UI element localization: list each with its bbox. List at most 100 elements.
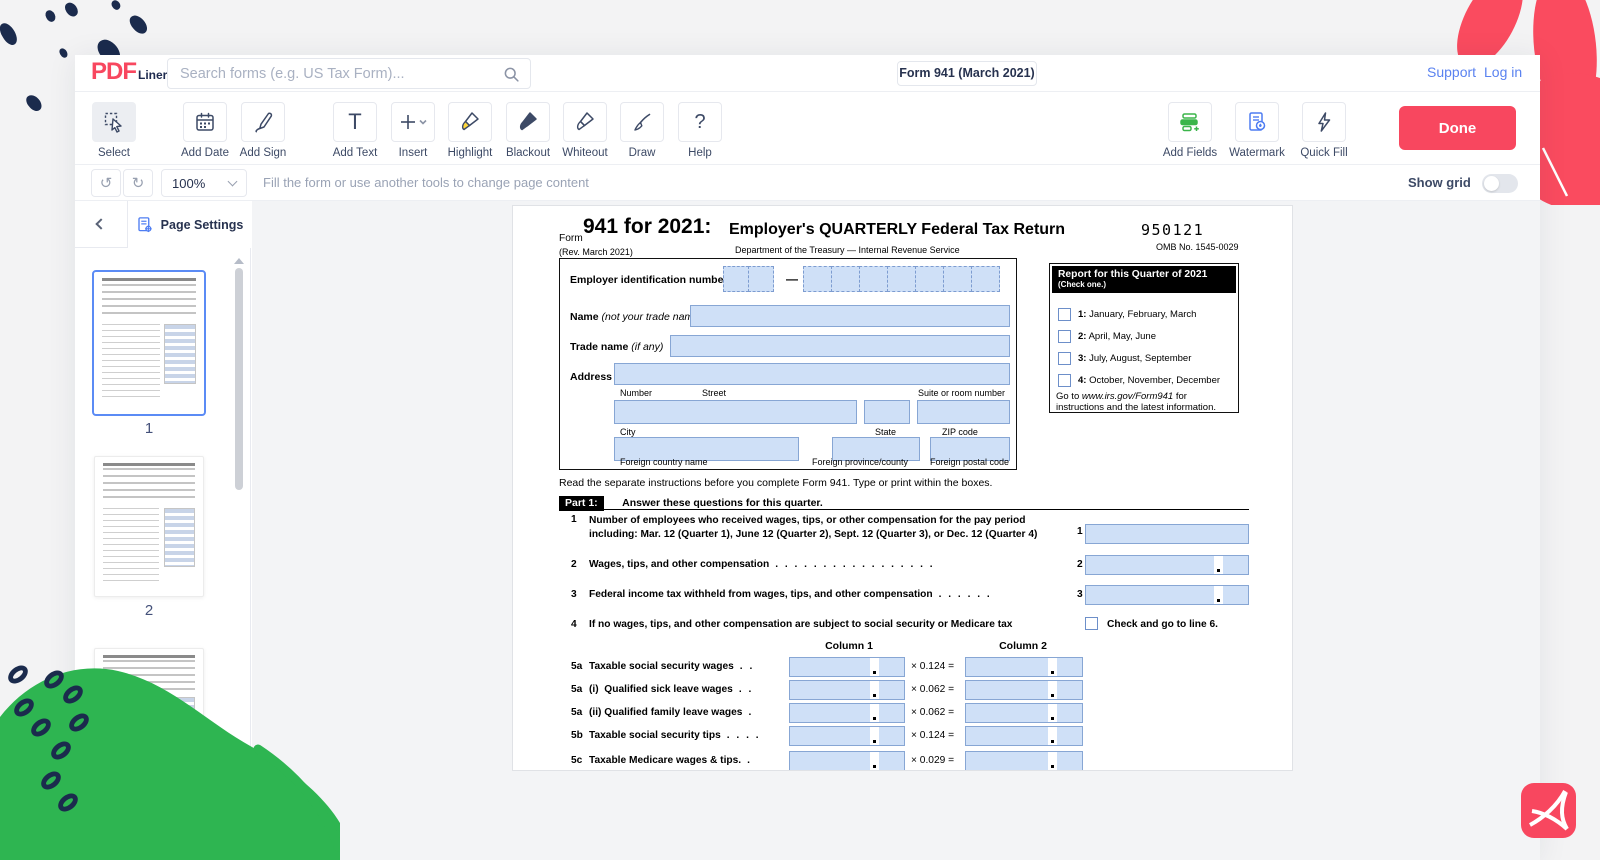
quick-fill-button[interactable]: Quick Fill [1289,102,1359,159]
add-fields-button[interactable]: Add Fields [1155,102,1225,159]
line1-number: 1 [571,514,577,525]
tax-col2-input[interactable] [965,726,1083,746]
read-instructions-note: Read the separate instructions before yo… [559,477,992,489]
help-button[interactable]: ? Help [665,102,735,159]
support-link[interactable]: Support [1427,64,1476,80]
tax-col1-input[interactable] [789,751,905,771]
watermark-button[interactable]: Watermark [1222,102,1292,159]
column1-header: Column 1 [809,640,889,652]
quarter-checkbox-4[interactable] [1058,374,1071,387]
page-number-2: 2 [92,602,206,619]
tax-row-5a-ii: 5a (ii) Qualified family leave wages. × … [559,703,1249,723]
tax-col1-input[interactable] [789,657,905,677]
page-thumbnail-3[interactable] [94,648,204,782]
scroll-up-icon[interactable] [234,258,244,264]
row-multiplier: × 0.124 = [911,661,954,672]
name-label: Name (not your trade name) [570,311,703,323]
form-941-page: Form 941 for 2021: (Rev. March 2021) Emp… [512,205,1293,771]
form-code: 950121 [1141,221,1204,239]
address-input[interactable] [614,363,1010,385]
employer-info-box: Employer identification number (EIN) — N… [559,258,1017,470]
toggle-knob [1484,176,1499,191]
tax-col2-input[interactable] [965,680,1083,700]
address-label: Address [570,371,612,383]
tax-row-5a: 5a Taxable social security wages. . × 0.… [559,657,1249,677]
trade-name-label: Trade name (if any) [570,341,663,353]
line3-input[interactable] [1085,585,1249,605]
ein-dash: — [786,272,798,286]
login-link[interactable]: Log in [1484,64,1522,80]
tax-row-5a-i: 5a (i) Qualified sick leave wages. . × 0… [559,680,1249,700]
name-input[interactable] [690,305,1010,327]
pdfliner-logo[interactable]: PDF Liner [91,59,167,85]
trade-name-input[interactable] [670,335,1010,357]
quarter-option-2: 2: April, May, June [1078,331,1156,342]
zip-input[interactable] [917,400,1010,424]
sidebar-header: Page Settings [75,201,250,248]
tax-col2-input[interactable] [965,751,1083,771]
form-title-number: 941 for 2021: [583,215,711,239]
add-sign-button[interactable]: Add Sign [228,102,298,159]
row-number: 5a [571,661,582,672]
tax-col1-input[interactable] [789,726,905,746]
line4-number: 4 [571,619,577,630]
page-settings-tab[interactable]: Page Settings [127,201,251,248]
city-input[interactable] [614,400,857,424]
quarter-box-header: Report for this Quarter of 2021 (Check o… [1052,266,1236,293]
scroll-down-icon[interactable] [234,771,244,777]
row-number: 5c [571,755,582,766]
signature-pen-icon [251,110,275,134]
add-fields-icon [1178,110,1202,134]
line2-input[interactable] [1085,555,1249,575]
search-input[interactable] [168,59,530,88]
tax-col1-input[interactable] [789,703,905,723]
state-input[interactable] [864,400,910,424]
page-1-preview [96,274,202,412]
select-tool-button[interactable]: Select [79,102,149,159]
quarter-checkbox-3[interactable] [1058,352,1071,365]
quarter-checkbox-1[interactable] [1058,308,1071,321]
foreign-province-caption: Foreign province/county [812,457,908,467]
ein-input-boxes-1[interactable] [724,266,774,292]
tax-col2-input[interactable] [965,657,1083,677]
form-word: Form [559,233,583,244]
page-thumbnail-2[interactable] [94,456,204,597]
line3-number: 3 [571,589,577,600]
city-caption: City [620,427,636,437]
line1-input[interactable] [1085,524,1249,544]
tax-col1-input[interactable] [789,680,905,700]
main-toolbar: Select Add Date Add Sign T Add Tex [75,92,1540,165]
line3-right-number: 3 [1077,589,1083,600]
page-thumbnail-1[interactable] [92,270,206,416]
collapse-sidebar-button[interactable] [91,216,109,234]
chevron-down-icon [228,177,238,187]
row-label: Taxable social security wages. . [589,661,787,672]
select-cursor-icon [102,110,126,134]
redo-button[interactable]: ↻ [123,169,153,197]
state-caption: State [875,427,896,437]
omb-number: OMB No. 1545-0029 [1156,242,1239,252]
line2-label: Wages, tips, and other compensation. . .… [589,559,1069,570]
logo-liner-text: Liner [138,65,167,85]
done-button[interactable]: Done [1399,106,1516,150]
line1-text: Number of employees who received wages, … [589,514,1061,542]
page-settings-icon [136,216,154,234]
app-header: PDF Liner Form 941 (March 2021) Support … [75,55,1540,92]
part1-title: Answer these questions for this quarter. [622,497,823,509]
line3-label: Federal income tax withheld from wages, … [589,589,1069,600]
address-street-caption: Street [702,388,726,398]
secondary-toolbar: ↺ ↻ 100% Fill the form or use another to… [75,165,1540,201]
undo-button[interactable]: ↺ [91,169,121,197]
page-3-preview [97,651,201,779]
quarter-checkbox-2[interactable] [1058,330,1071,343]
zip-caption: ZIP code [942,427,978,437]
show-grid-toggle[interactable] [1482,174,1518,193]
search-icon[interactable] [503,66,520,83]
column2-header: Column 2 [977,640,1069,652]
line4-checkbox[interactable] [1085,617,1098,630]
zoom-select[interactable]: 100% [161,169,247,197]
tax-col2-input[interactable] [965,703,1083,723]
sidebar-scrollbar[interactable] [235,268,243,490]
form-line-4: 4 If no wages, tips, and other compensat… [559,617,1249,637]
ein-input-boxes-2[interactable] [804,266,1000,292]
